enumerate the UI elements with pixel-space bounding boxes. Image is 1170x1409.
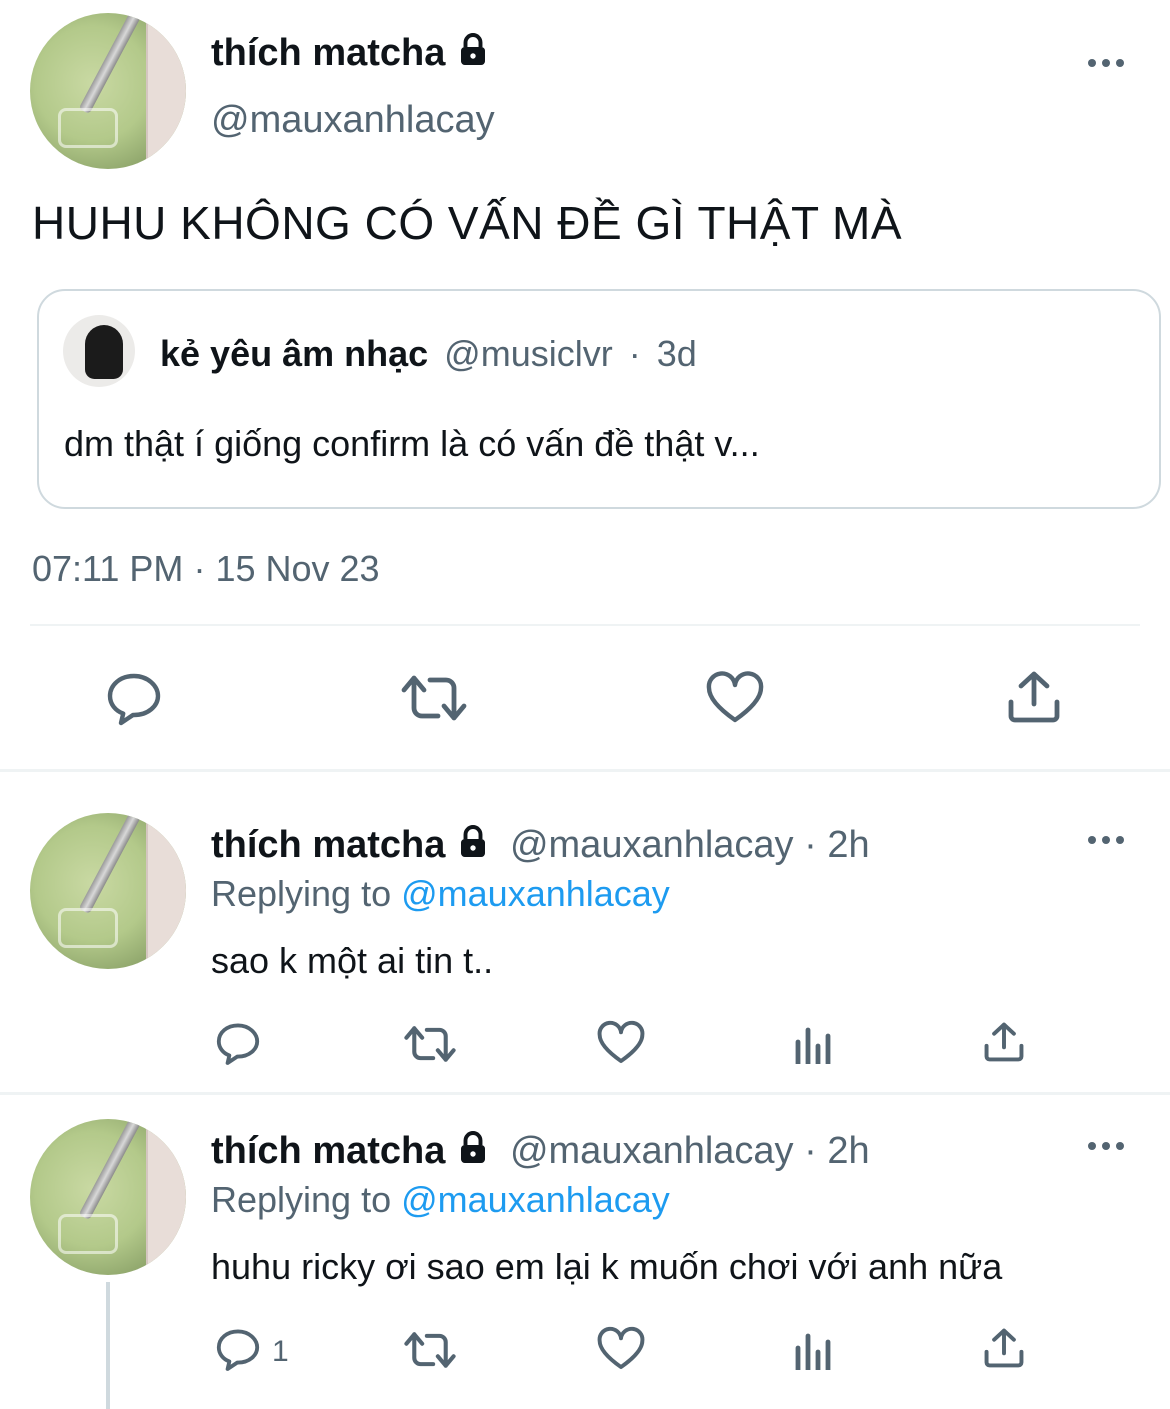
reply-time[interactable]: 2h	[827, 1130, 869, 1172]
share-upload-icon	[1008, 671, 1060, 723]
quoted-tweet-text: dm thật í giống confirm là có vấn đề thậ…	[64, 423, 760, 464]
retweet-icon	[404, 1332, 456, 1368]
speech-bubble-icon	[107, 673, 161, 726]
thread-line	[106, 1282, 110, 1409]
replying-to-label: Replying to	[211, 873, 392, 914]
more-dots-icon[interactable]	[1088, 1140, 1128, 1152]
reply-header: thích matcha @mauxanhlacay · 2h	[211, 824, 870, 870]
speech-bubble-icon	[216, 1023, 260, 1065]
replying-to-handle[interactable]: @mauxanhlacay	[401, 873, 670, 914]
divider	[0, 769, 1170, 772]
reply-button[interactable]	[104, 670, 164, 726]
reply-count: 1	[272, 1335, 289, 1368]
retweet-icon	[404, 1026, 456, 1062]
author-name-text: thích matcha	[211, 32, 446, 74]
bar-chart-icon	[795, 1333, 831, 1370]
replying-to-handle[interactable]: @mauxanhlacay	[401, 1179, 670, 1220]
quoted-tweet-card[interactable]	[37, 289, 1161, 509]
replying-to: Replying to @mauxanhlacay	[211, 873, 670, 915]
reply-separator: ·	[804, 1130, 817, 1172]
share-button[interactable]	[982, 1020, 1026, 1064]
like-button[interactable]	[596, 1020, 646, 1066]
main-tweet-timestamp[interactable]: 07:11 PM · 15 Nov 23	[32, 548, 380, 590]
quoted-tweet-avatar	[63, 315, 135, 387]
replying-to: Replying to @mauxanhlacay	[211, 1179, 670, 1221]
share-button[interactable]	[982, 1326, 1026, 1370]
speech-bubble-icon	[216, 1329, 260, 1371]
quoted-time: 3d	[656, 333, 697, 374]
views-button[interactable]	[792, 1024, 832, 1064]
main-tweet-author-name[interactable]: thích matcha	[211, 32, 491, 78]
like-button[interactable]	[705, 670, 765, 726]
reply-avatar[interactable]	[30, 1119, 186, 1275]
main-tweet-avatar[interactable]	[30, 13, 186, 169]
quoted-separator: ·	[628, 333, 641, 374]
share-upload-icon	[984, 1328, 1024, 1368]
like-button[interactable]	[596, 1326, 646, 1372]
retweet-button[interactable]	[401, 1328, 459, 1372]
more-dots-icon[interactable]	[1088, 834, 1128, 846]
reply-avatar[interactable]	[30, 813, 186, 969]
reply-button[interactable]	[214, 1326, 262, 1372]
share-button[interactable]	[1005, 668, 1063, 726]
reply-separator: ·	[804, 824, 817, 866]
reply-text: huhu ricky ơi sao em lại k muốn chơi với…	[211, 1246, 1003, 1287]
timestamp-separator: ·	[193, 548, 206, 589]
reply-author-handle[interactable]: @mauxanhlacay	[510, 824, 794, 866]
reply-time[interactable]: 2h	[827, 824, 869, 866]
lock-icon	[455, 1130, 491, 1176]
heart-icon	[706, 671, 764, 723]
quoted-author-handle: @musiclvr	[444, 333, 613, 374]
reply-author-name[interactable]: thích matcha	[211, 824, 445, 866]
share-upload-icon	[984, 1022, 1024, 1062]
tweet-time: 07:11 PM	[32, 548, 184, 589]
retweet-button[interactable]	[398, 670, 470, 726]
replying-to-label: Replying to	[211, 1179, 392, 1220]
heart-icon	[597, 1326, 645, 1370]
views-button[interactable]	[792, 1330, 832, 1370]
divider	[30, 624, 1140, 626]
reply-author-name[interactable]: thích matcha	[211, 1130, 445, 1172]
reply-header: thích matcha @mauxanhlacay · 2h	[211, 1130, 870, 1176]
lock-icon	[455, 32, 491, 78]
quoted-tweet-header: kẻ yêu âm nhạc @musiclvr · 3d	[160, 333, 697, 375]
more-dots-icon[interactable]	[1088, 57, 1128, 69]
retweet-button[interactable]	[401, 1022, 459, 1066]
reply-button[interactable]	[214, 1020, 262, 1066]
reply-author-handle[interactable]: @mauxanhlacay	[510, 1130, 794, 1172]
lock-icon	[455, 824, 491, 870]
bar-chart-icon	[795, 1027, 831, 1064]
main-tweet-text: HUHU KHÔNG CÓ VẤN ĐỀ GÌ THẬT MÀ	[32, 197, 903, 249]
heart-icon	[597, 1020, 645, 1064]
retweet-icon	[401, 675, 467, 721]
quoted-author-name: kẻ yêu âm nhạc	[160, 333, 429, 374]
tweet-date: 15 Nov 23	[215, 548, 380, 589]
reply-text: sao k một ai tin t..	[211, 940, 494, 981]
main-tweet-author-handle[interactable]: @mauxanhlacay	[211, 99, 495, 142]
divider	[0, 1092, 1170, 1095]
